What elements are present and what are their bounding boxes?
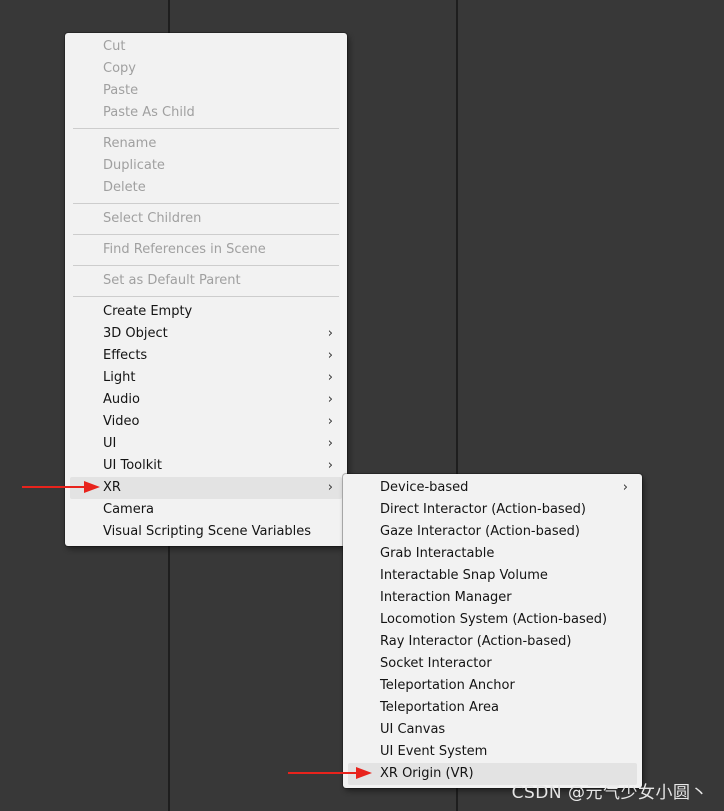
- menu-item-socket-interactor[interactable]: Socket Interactor: [343, 653, 642, 675]
- menu-item-label: XR: [103, 480, 121, 495]
- menu-item-paste: Paste: [65, 80, 347, 102]
- menu-item-direct-interactor-action-based[interactable]: Direct Interactor (Action-based): [343, 499, 642, 521]
- menu-item-gaze-interactor-action-based[interactable]: Gaze Interactor (Action-based): [343, 521, 642, 543]
- menu-item-label: Copy: [103, 61, 136, 76]
- menu-item-label: Delete: [103, 180, 146, 195]
- menu-item-label: Video: [103, 414, 140, 429]
- chevron-right-icon: ›: [622, 480, 628, 495]
- menu-item-label: Interactable Snap Volume: [380, 568, 548, 583]
- menu-item-find-references-in-scene: Find References in Scene: [65, 239, 347, 261]
- menu-item-visual-scripting-scene-variables[interactable]: Visual Scripting Scene Variables: [65, 521, 347, 543]
- menu-item-label: Effects: [103, 348, 148, 363]
- menu-item-label: Ray Interactor (Action-based): [380, 634, 572, 649]
- menu-item-ui-canvas[interactable]: UI Canvas: [343, 719, 642, 741]
- menu-item-create-empty[interactable]: Create Empty: [65, 301, 347, 323]
- chevron-right-icon: ›: [327, 458, 333, 473]
- watermark: CSDN @元气少女小圆丶: [511, 783, 708, 803]
- menu-item-paste-as-child: Paste As Child: [65, 102, 347, 124]
- menu-item-label: Audio: [103, 392, 140, 407]
- menu-item-effects[interactable]: Effects ›: [65, 345, 347, 367]
- menu-item-delete: Delete: [65, 177, 347, 199]
- menu-separator: [73, 203, 339, 204]
- chevron-right-icon: ›: [327, 392, 333, 407]
- menu-item-grab-interactable[interactable]: Grab Interactable: [343, 543, 642, 565]
- menu-item-label: Locomotion System (Action-based): [380, 612, 608, 627]
- red-arrow-icon: [22, 481, 100, 493]
- chevron-right-icon: ›: [327, 480, 333, 495]
- menu-item-label: UI: [103, 436, 117, 451]
- menu-item-locomotion-system-action-based[interactable]: Locomotion System (Action-based): [343, 609, 642, 631]
- red-arrow-icon: [288, 767, 372, 779]
- menu-item-label: Rename: [103, 136, 157, 151]
- menu-item-label: UI Event System: [380, 744, 488, 759]
- menu-separator: [73, 265, 339, 266]
- menu-item-label: Socket Interactor: [380, 656, 492, 671]
- menu-item-label: XR Origin (VR): [380, 766, 474, 781]
- menu-item-label: Grab Interactable: [380, 546, 495, 561]
- chevron-right-icon: ›: [327, 326, 333, 341]
- menu-item-3d-object[interactable]: 3D Object ›: [65, 323, 347, 345]
- menu-item-video[interactable]: Video ›: [65, 411, 347, 433]
- context-menu: Cut Copy Paste Paste As Child Rename Duplicat…: [65, 33, 347, 546]
- menu-item-interactable-snap-volume[interactable]: Interactable Snap Volume: [343, 565, 642, 587]
- menu-item-label: Teleportation Area: [380, 700, 499, 715]
- menu-item-label: Set as Default Parent: [103, 273, 241, 288]
- chevron-right-icon: ›: [327, 348, 333, 363]
- menu-separator: [73, 296, 339, 297]
- menu-item-label: Direct Interactor (Action-based): [380, 502, 587, 517]
- menu-item-label: Device-based: [380, 480, 469, 495]
- chevron-right-icon: ›: [327, 436, 333, 451]
- menu-item-label: UI Toolkit: [103, 458, 162, 473]
- menu-item-label: Visual Scripting Scene Variables: [103, 524, 312, 539]
- menu-item-interaction-manager[interactable]: Interaction Manager: [343, 587, 642, 609]
- menu-item-copy: Copy: [65, 58, 347, 80]
- menu-item-ray-interactor-action-based[interactable]: Ray Interactor (Action-based): [343, 631, 642, 653]
- menu-item-camera[interactable]: Camera: [65, 499, 347, 521]
- menu-item-label: Find References in Scene: [103, 242, 266, 257]
- menu-separator: [73, 234, 339, 235]
- menu-item-label: Teleportation Anchor: [380, 678, 515, 693]
- chevron-right-icon: ›: [327, 370, 333, 385]
- menu-item-rename: Rename: [65, 133, 347, 155]
- menu-item-label: Create Empty: [103, 304, 193, 319]
- menu-item-label: Camera: [103, 502, 155, 517]
- menu-item-xr[interactable]: XR ›: [70, 477, 342, 499]
- menu-item-label: Paste: [103, 83, 139, 98]
- menu-item-label: Paste As Child: [103, 105, 195, 120]
- menu-item-teleportation-area[interactable]: Teleportation Area: [343, 697, 642, 719]
- menu-item-device-based[interactable]: Device-based ›: [343, 477, 642, 499]
- menu-item-label: Cut: [103, 39, 126, 54]
- menu-item-duplicate: Duplicate: [65, 155, 347, 177]
- xr-submenu: Device-based › Direct Interactor (Action-b…: [343, 474, 642, 788]
- menu-separator: [73, 128, 339, 129]
- menu-item-ui[interactable]: UI ›: [65, 433, 347, 455]
- menu-item-ui-toolkit[interactable]: UI Toolkit ›: [65, 455, 347, 477]
- menu-item-teleportation-anchor[interactable]: Teleportation Anchor: [343, 675, 642, 697]
- menu-item-light[interactable]: Light ›: [65, 367, 347, 389]
- menu-item-label: UI Canvas: [380, 722, 446, 737]
- menu-item-audio[interactable]: Audio ›: [65, 389, 347, 411]
- menu-item-cut: Cut: [65, 36, 347, 58]
- menu-item-label: Light: [103, 370, 136, 385]
- menu-item-label: Duplicate: [103, 158, 165, 173]
- menu-item-ui-event-system[interactable]: UI Event System: [343, 741, 642, 763]
- chevron-right-icon: ›: [327, 414, 333, 429]
- menu-item-label: Select Children: [103, 211, 202, 226]
- menu-item-label: 3D Object: [103, 326, 168, 341]
- menu-item-label: Interaction Manager: [380, 590, 512, 605]
- menu-item-set-as-default-parent: Set as Default Parent: [65, 270, 347, 292]
- menu-item-label: Gaze Interactor (Action-based): [380, 524, 580, 539]
- menu-item-select-children: Select Children: [65, 208, 347, 230]
